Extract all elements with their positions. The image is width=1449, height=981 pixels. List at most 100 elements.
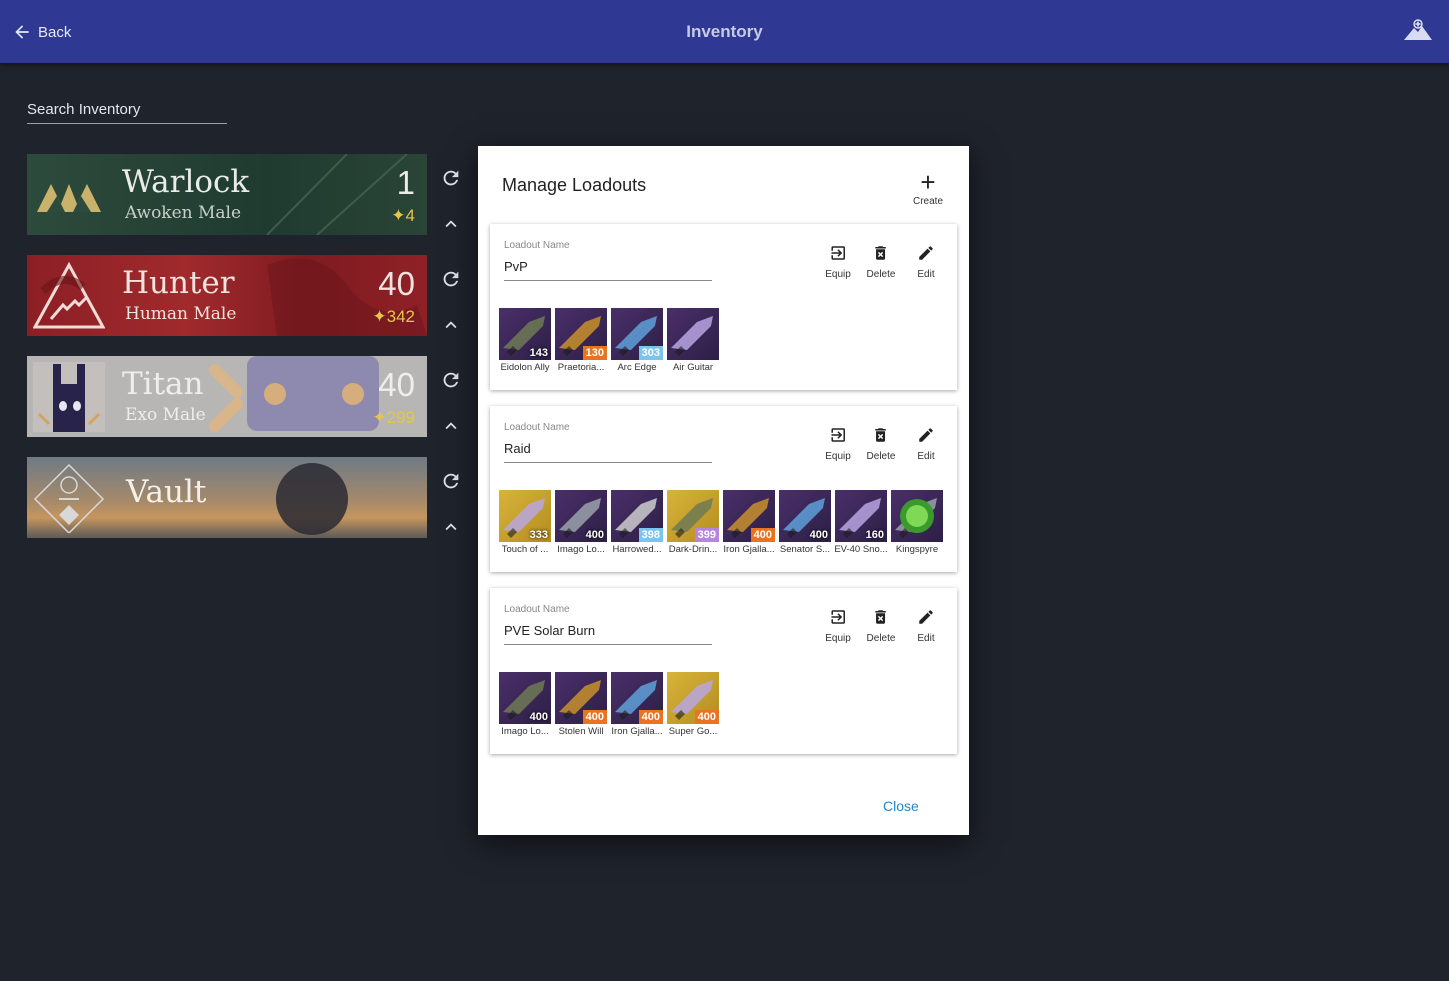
character-card-hunter[interactable]: Hunter Human Male 40 ✦342 bbox=[27, 255, 427, 336]
destiny-logo-icon[interactable] bbox=[1403, 18, 1433, 42]
edit-button[interactable]: Edit bbox=[917, 608, 935, 648]
search-field[interactable] bbox=[27, 96, 227, 124]
loadout-name-input[interactable] bbox=[504, 255, 712, 274]
power-level: 400 bbox=[638, 710, 663, 724]
character-race: Exo Male bbox=[125, 405, 206, 425]
login-icon bbox=[825, 608, 851, 626]
item-icon: 333 bbox=[499, 490, 551, 542]
action-label: Delete bbox=[866, 633, 896, 644]
loadout-item[interactable]: Kingspyre bbox=[890, 490, 944, 560]
search-input[interactable] bbox=[27, 96, 227, 123]
loadout-name-field[interactable] bbox=[504, 437, 712, 463]
loadout-item[interactable]: 400 Iron Gjalla... bbox=[722, 490, 776, 560]
item-icon: 399 bbox=[667, 490, 719, 542]
equip-button[interactable]: Equip bbox=[825, 244, 851, 284]
refresh-icon[interactable] bbox=[440, 369, 462, 391]
character-light: ✦299 bbox=[372, 408, 415, 427]
loadout-card: Loadout Name Equip Delete Edit 143 Eidolon Al… bbox=[490, 224, 957, 390]
action-label: Edit bbox=[917, 269, 935, 280]
delete-button[interactable]: Delete bbox=[866, 244, 896, 284]
login-icon bbox=[825, 244, 851, 262]
chevron-up-icon[interactable] bbox=[440, 415, 462, 437]
create-label: Create bbox=[912, 196, 943, 207]
create-loadout-button[interactable]: + Create bbox=[906, 169, 950, 210]
action-label: Equip bbox=[825, 633, 851, 644]
character-card-vault[interactable]: Vault bbox=[27, 457, 427, 538]
trash-icon bbox=[867, 244, 896, 262]
character-light: ✦342 bbox=[372, 307, 415, 326]
planet-decoration bbox=[276, 463, 348, 535]
pencil-icon bbox=[917, 426, 935, 444]
item-art bbox=[671, 316, 713, 356]
power-level: 130 bbox=[582, 346, 607, 360]
refresh-icon[interactable] bbox=[440, 268, 462, 290]
item-name: Stolen Will bbox=[558, 726, 604, 737]
chevron-up-icon[interactable] bbox=[440, 213, 462, 235]
character-card-warlock[interactable]: Warlock Awoken Male 1 ✦4 bbox=[27, 154, 427, 235]
action-label: Edit bbox=[917, 633, 935, 644]
character-class: Hunter bbox=[122, 265, 235, 301]
item-name: Iron Gjalla... bbox=[723, 544, 775, 555]
trash-icon bbox=[867, 426, 896, 444]
character-race: Awoken Male bbox=[125, 203, 242, 223]
loadout-item[interactable]: 400 Super Go... bbox=[666, 672, 720, 742]
character-card-titan[interactable]: Titan Exo Male 40 ✦299 bbox=[27, 356, 427, 437]
trash-icon bbox=[867, 608, 896, 626]
warlock-emblem-icon bbox=[37, 184, 101, 212]
chevron-up-icon[interactable] bbox=[440, 516, 462, 538]
loadout-item[interactable]: 303 Arc Edge bbox=[610, 308, 664, 378]
power-level: 400 bbox=[750, 528, 775, 542]
loadout-item[interactable]: 399 Dark-Drin... bbox=[666, 490, 720, 560]
power-level: 400 bbox=[694, 710, 719, 724]
delete-button[interactable]: Delete bbox=[867, 426, 896, 466]
item-icon bbox=[667, 308, 719, 360]
edit-button[interactable]: Edit bbox=[917, 244, 935, 284]
app-bar: Back Inventory bbox=[0, 0, 1449, 63]
close-button[interactable]: Close bbox=[883, 798, 919, 814]
loadout-item[interactable]: 400 Imago Lo... bbox=[498, 672, 552, 742]
loadout-item[interactable]: 400 Senator S... bbox=[778, 490, 832, 560]
refresh-icon[interactable] bbox=[440, 470, 462, 492]
loadout-item[interactable]: 333 Touch of ... bbox=[498, 490, 552, 560]
item-icon: 400 bbox=[611, 672, 663, 724]
power-level: 398 bbox=[638, 528, 663, 542]
item-icon: 400 bbox=[667, 672, 719, 724]
equip-button[interactable]: Equip bbox=[825, 608, 851, 648]
loadout-item[interactable]: 398 Harrowed... bbox=[610, 490, 664, 560]
item-name: Imago Lo... bbox=[557, 544, 605, 555]
vault-emblem-icon bbox=[33, 463, 105, 533]
delete-button[interactable]: Delete bbox=[866, 608, 896, 648]
loadout-name-input[interactable] bbox=[504, 437, 712, 456]
loadout-item[interactable]: 400 Stolen Will bbox=[554, 672, 608, 742]
page-title: Inventory bbox=[686, 22, 763, 41]
item-icon: 130 bbox=[555, 308, 607, 360]
item-name: Senator S... bbox=[779, 544, 831, 555]
item-name: Air Guitar bbox=[672, 362, 714, 373]
item-name: Dark-Drin... bbox=[668, 544, 718, 555]
item-icon: 400 bbox=[555, 490, 607, 542]
loadout-item[interactable]: 160 EV-40 Sno... bbox=[834, 490, 888, 560]
chevron-up-icon[interactable] bbox=[440, 314, 462, 336]
refresh-icon[interactable] bbox=[440, 167, 462, 189]
loadout-item[interactable]: 143 Eidolon Ally bbox=[498, 308, 552, 378]
action-label: Equip bbox=[825, 269, 851, 280]
item-icon: 143 bbox=[499, 308, 551, 360]
loadout-name-field[interactable] bbox=[504, 619, 712, 645]
power-level: 160 bbox=[865, 529, 884, 541]
edit-button[interactable]: Edit bbox=[917, 426, 935, 466]
loadout-item[interactable]: 130 Praetoria... bbox=[554, 308, 608, 378]
loadout-name-input[interactable] bbox=[504, 619, 712, 638]
loadout-name-field[interactable] bbox=[504, 255, 712, 281]
item-name: Harrowed... bbox=[612, 544, 662, 555]
item-name: Iron Gjalla... bbox=[611, 726, 663, 737]
loadout-item[interactable]: 400 Iron Gjalla... bbox=[610, 672, 664, 742]
action-label: Delete bbox=[866, 269, 896, 280]
loadout-card: Loadout Name Equip Delete Edit 400 Imago Lo..… bbox=[490, 588, 957, 754]
loadout-item[interactable]: 400 Imago Lo... bbox=[554, 490, 608, 560]
character-level: 1 bbox=[396, 164, 415, 201]
equip-button[interactable]: Equip bbox=[825, 426, 851, 466]
power-level: 400 bbox=[529, 711, 548, 723]
manage-loadouts-dialog: Manage Loadouts + Create Loadout Name Equ… bbox=[478, 146, 969, 835]
item-name: Kingspyre bbox=[895, 544, 939, 555]
loadout-item[interactable]: Air Guitar bbox=[666, 308, 720, 378]
